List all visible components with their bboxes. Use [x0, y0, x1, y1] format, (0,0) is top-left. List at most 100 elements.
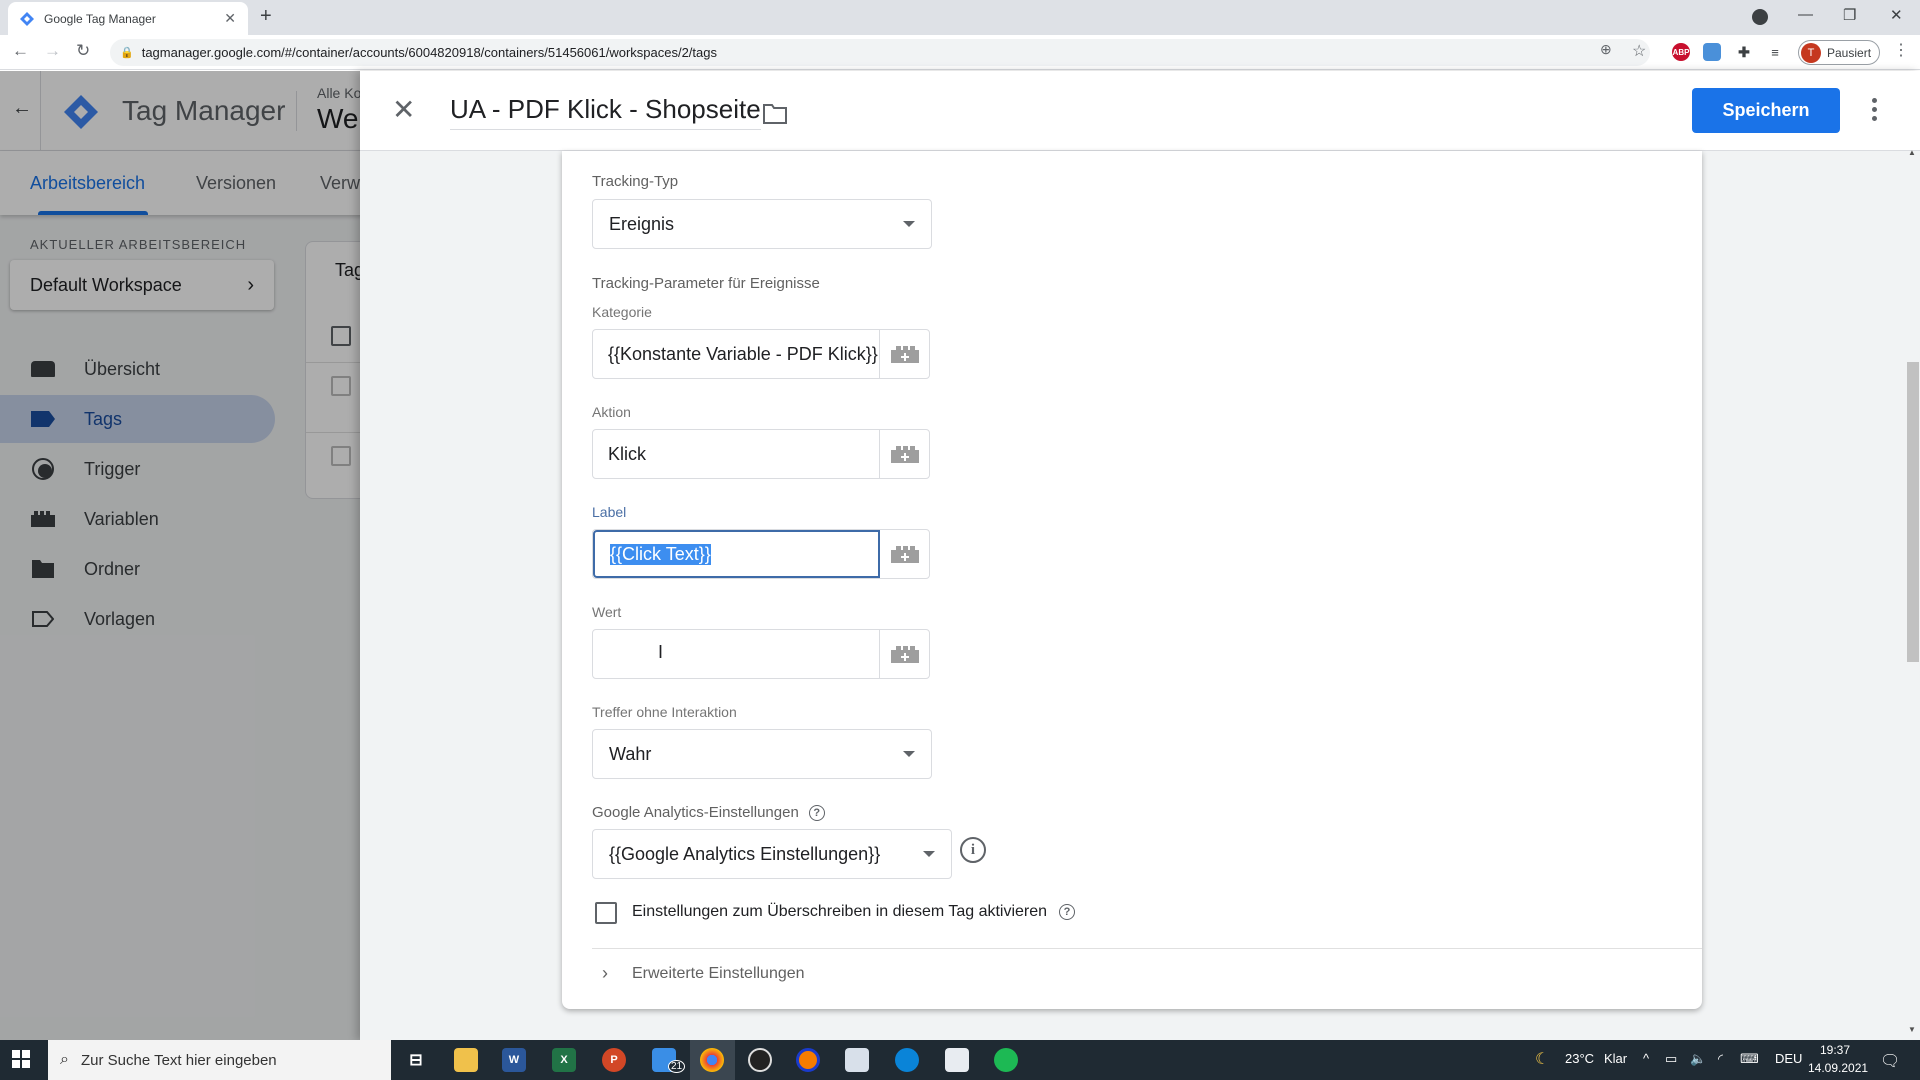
wert-label: Wert [592, 604, 622, 620]
clock-time[interactable]: 19:37 [1820, 1043, 1850, 1057]
back-icon[interactable]: ← [12, 41, 29, 61]
camera-icon[interactable]: ▭ [1665, 1051, 1677, 1067]
gtm-favicon [20, 11, 34, 26]
scroll-down-icon[interactable]: ▼ [1908, 1025, 1916, 1034]
media-icon[interactable]: ≡ [1766, 43, 1784, 61]
tab-title: Google Tag Manager [44, 11, 156, 26]
search-placeholder: Zur Suche Text hier eingeben [80, 1051, 277, 1069]
ga-settings-value: {{Google Analytics Einstellungen}} [609, 843, 881, 864]
notepad-icon[interactable] [945, 1048, 969, 1072]
tag-name-input[interactable]: UA - PDF Klick - Shopseite [450, 94, 761, 130]
tab-search-icon[interactable] [1752, 9, 1768, 25]
kategorie-field[interactable]: {{Konstante Variable - PDF Klick}} [593, 330, 880, 378]
file-explorer-icon[interactable] [454, 1048, 478, 1072]
close-editor-icon[interactable]: ✕ [392, 93, 415, 126]
new-tab-icon[interactable]: + [260, 5, 272, 28]
chrome-menu-icon[interactable]: ⋮ [1893, 40, 1909, 60]
weather-desc[interactable]: Klar [1604, 1051, 1627, 1066]
minimize-icon[interactable]: — [1798, 6, 1813, 23]
scrollbar[interactable]: ▲ ▼ [1905, 140, 1920, 1040]
moon-weather-icon: ☾ [1535, 1051, 1550, 1068]
zoom-icon[interactable]: ⊕ [1600, 41, 1612, 58]
override-checkbox[interactable] [595, 902, 617, 924]
non-interaction-value: Wahr [609, 743, 652, 764]
browser-tab[interactable]: Google Tag Manager ✕ [8, 2, 248, 35]
weather-temp[interactable]: 23°C [1565, 1051, 1594, 1066]
variable-picker-button[interactable] [880, 330, 929, 378]
non-interaction-select[interactable]: Wahr [592, 729, 932, 779]
close-window-icon[interactable]: ✕ [1890, 6, 1903, 24]
save-button[interactable]: Speichern [1692, 88, 1840, 133]
advanced-settings-toggle[interactable]: › Erweiterte Einstellungen [602, 963, 805, 984]
scrollbar-thumb[interactable] [1907, 362, 1919, 662]
chevron-right-icon: › [602, 963, 608, 983]
wert-field[interactable] [593, 630, 880, 678]
tag-assistant-icon[interactable] [1703, 43, 1721, 61]
excel-icon[interactable]: X [552, 1048, 576, 1072]
variable-picker-button[interactable] [880, 430, 929, 478]
profile-button[interactable]: T Pausiert [1798, 40, 1880, 65]
task-view-icon[interactable]: ⊟ [404, 1048, 428, 1072]
powerpoint-icon[interactable]: P [602, 1048, 626, 1072]
dropdown-arrow-icon [903, 221, 915, 227]
editor-header: ✕ UA - PDF Klick - Shopseite Speichern [360, 71, 1920, 151]
variable-picker-button[interactable] [880, 530, 929, 578]
dropdown-arrow-icon [923, 851, 935, 857]
edge-icon[interactable] [895, 1048, 919, 1072]
kategorie-input: {{Konstante Variable - PDF Klick}} [592, 329, 930, 379]
puzzle-icon[interactable]: ✚ [1735, 43, 1753, 61]
paint-icon[interactable] [845, 1048, 869, 1072]
wifi-icon[interactable]: ◜ [1718, 1051, 1723, 1067]
variable-picker-button[interactable] [880, 630, 929, 678]
keyboard-icon[interactable]: ⌨ [1740, 1051, 1759, 1067]
label-field[interactable]: {{Click Text}} [593, 530, 880, 578]
spotify-icon[interactable] [994, 1048, 1018, 1072]
reload-icon[interactable]: ↻ [76, 41, 90, 61]
bookmark-star-icon[interactable]: ☆ [1632, 41, 1646, 61]
add-variable-icon [890, 446, 919, 463]
forward-icon[interactable]: → [44, 41, 61, 61]
advanced-settings-label: Erweiterte Einstellungen [632, 964, 805, 982]
divider [592, 948, 1702, 949]
clock-date[interactable]: 14.09.2021 [1808, 1061, 1868, 1075]
tray-expand-icon[interactable]: ^ [1643, 1051, 1649, 1066]
selected-text: {{Click Text}} [610, 543, 711, 565]
abp-icon[interactable]: ABP [1672, 43, 1690, 61]
aktion-field[interactable]: Klick [593, 430, 880, 478]
tracking-type-select[interactable]: Ereignis [592, 199, 932, 249]
search-icon: ⌕ [60, 1051, 69, 1068]
word-icon[interactable]: W [502, 1048, 526, 1072]
label-input: {{Click Text}} [592, 529, 930, 579]
aktion-label: Aktion [592, 404, 631, 420]
info-icon[interactable]: i [960, 837, 986, 863]
windows-start-icon[interactable] [12, 1050, 30, 1068]
obs-icon[interactable] [748, 1048, 772, 1072]
text-cursor-icon: I [658, 642, 664, 662]
more-options-icon[interactable] [1872, 98, 1878, 125]
chrome-icon[interactable] [700, 1048, 724, 1072]
browser-toolbar: ← → ↻ 🔒 tagmanager.google.com/#/containe… [0, 35, 1920, 70]
url-text: tagmanager.google.com/#/container/accoun… [141, 45, 717, 60]
help-icon[interactable]: ? [1059, 904, 1076, 920]
taskbar-search[interactable]: ⌕ Zur Suche Text hier eingeben [48, 1040, 391, 1080]
restore-icon[interactable]: ❐ [1843, 6, 1856, 24]
scroll-up-icon[interactable]: ▲ [1908, 148, 1916, 157]
volume-icon[interactable]: 🔈 [1690, 1051, 1706, 1067]
audacity-icon[interactable] [796, 1048, 820, 1072]
add-variable-icon [890, 546, 919, 563]
tracking-type-label: Tracking-Typ [592, 173, 679, 190]
address-bar[interactable]: 🔒 tagmanager.google.com/#/container/acco… [110, 39, 1650, 66]
lock-icon: 🔒 [120, 47, 134, 59]
avatar: T [1801, 42, 1821, 63]
browser-tabstrip: Google Tag Manager ✕ + — ❐ ✕ [0, 0, 1920, 35]
modal-backdrop[interactable] [0, 71, 360, 1041]
language-indicator[interactable]: DEU [1775, 1051, 1802, 1066]
add-variable-icon [890, 346, 919, 363]
override-label: Einstellungen zum Überschreiben in diese… [632, 903, 1048, 920]
close-tab-icon[interactable]: ✕ [224, 10, 236, 27]
ga-settings-select[interactable]: {{Google Analytics Einstellungen}} [592, 829, 952, 879]
notifications-icon[interactable]: 🗨 [1880, 1051, 1900, 1071]
help-icon[interactable]: ? [808, 804, 825, 821]
folder-outline-icon[interactable] [762, 103, 788, 125]
profile-status: Pausiert [1827, 45, 1872, 60]
